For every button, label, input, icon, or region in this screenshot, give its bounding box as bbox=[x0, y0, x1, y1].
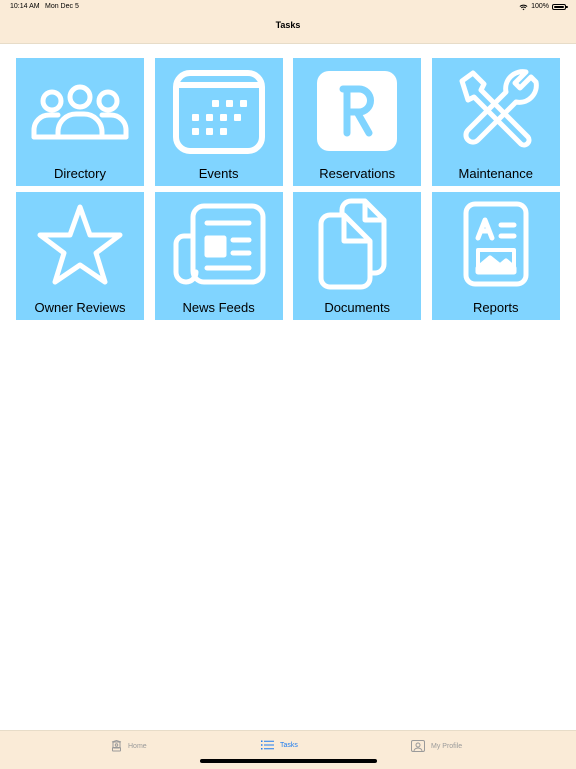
star-icon bbox=[37, 204, 123, 285]
tab-label: My Profile bbox=[431, 742, 463, 750]
report-icon bbox=[463, 201, 529, 287]
tile-reports[interactable]: Reports bbox=[431, 192, 560, 320]
page-title: Tasks bbox=[275, 20, 301, 30]
tools-icon bbox=[459, 69, 539, 148]
tile-label: Directory bbox=[53, 166, 106, 181]
status-time: 10:14 AM bbox=[10, 3, 40, 10]
tile-maintenance[interactable]: Maintenance bbox=[431, 58, 560, 186]
tab-tasks[interactable]: Tasks bbox=[261, 740, 298, 750]
tile-label: Reservations bbox=[319, 166, 396, 181]
home-indicator bbox=[200, 759, 377, 763]
status-bar: 10:14 AM Mon Dec 5 100% bbox=[0, 0, 576, 14]
tab-label: Tasks bbox=[280, 741, 298, 749]
tile-label: Maintenance bbox=[458, 166, 533, 181]
task-grid: Directory Events Reservations Maintenanc… bbox=[16, 58, 560, 320]
calendar-icon bbox=[172, 70, 265, 154]
tile-label: Owner Reviews bbox=[34, 300, 126, 315]
tab-home[interactable]: Home bbox=[111, 740, 147, 752]
status-right: 100% bbox=[519, 0, 568, 14]
tile-label: Documents bbox=[324, 300, 391, 315]
tab-my-profile[interactable]: My Profile bbox=[411, 740, 462, 752]
reservation-r-icon bbox=[317, 71, 398, 151]
tab-bar: Home Tasks My Profile bbox=[0, 730, 576, 769]
home-icon bbox=[111, 740, 122, 752]
top-bar: 10:14 AM Mon Dec 5 100% Tasks bbox=[0, 0, 576, 44]
battery-icon bbox=[552, 4, 568, 10]
tile-news-feeds[interactable]: News Feeds bbox=[154, 192, 283, 320]
battery-percent: 100% bbox=[531, 3, 549, 10]
tile-label: News Feeds bbox=[182, 300, 255, 315]
status-date: Mon Dec 5 bbox=[45, 3, 79, 10]
tile-label: Reports bbox=[473, 300, 519, 315]
tile-events[interactable]: Events bbox=[154, 58, 283, 186]
profile-icon bbox=[411, 740, 425, 752]
tile-directory[interactable]: Directory bbox=[16, 58, 144, 186]
wifi-icon bbox=[519, 4, 528, 10]
tile-owner-reviews[interactable]: Owner Reviews bbox=[16, 192, 144, 320]
list-icon bbox=[261, 740, 274, 750]
people-icon bbox=[31, 84, 129, 140]
documents-icon bbox=[318, 198, 387, 290]
tile-documents[interactable]: Documents bbox=[293, 192, 422, 320]
tile-label: Events bbox=[198, 166, 239, 181]
tile-reservations[interactable]: Reservations bbox=[293, 58, 422, 186]
newspaper-icon bbox=[173, 203, 266, 285]
tab-label: Home bbox=[128, 742, 147, 750]
